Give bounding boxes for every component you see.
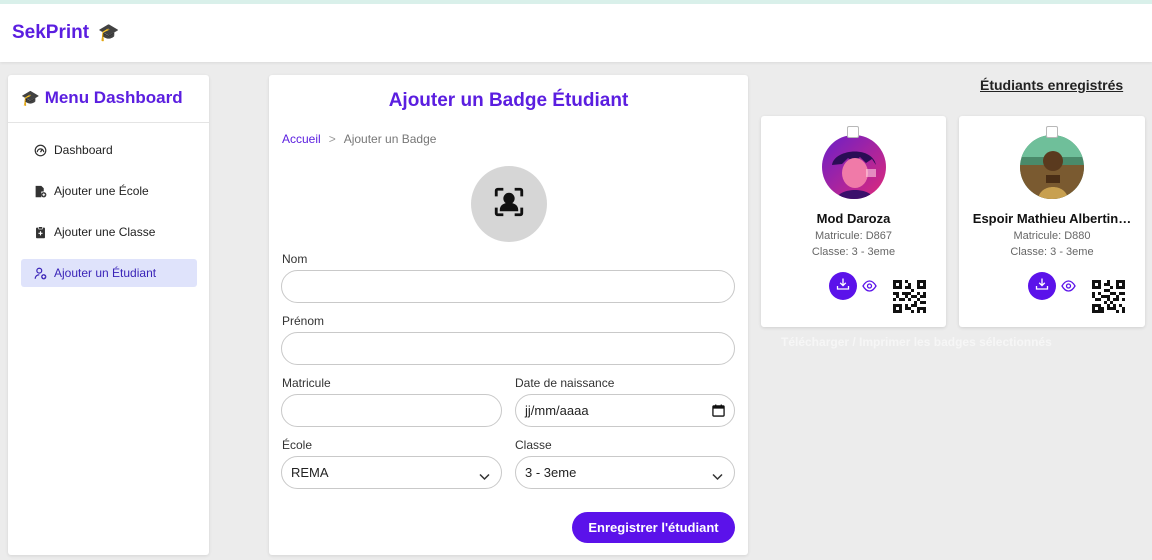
student-card: Mod Daroza Matricule: D867 Classe: 3 - 3… <box>761 116 946 327</box>
sidebar-divider <box>8 122 209 123</box>
chevron-down-icon <box>479 469 490 481</box>
nom-input[interactable] <box>281 270 735 303</box>
registered-students-title: Étudiants enregistrés <box>980 77 1124 93</box>
prenom-label: Prénom <box>282 314 325 328</box>
graduation-cap-icon: 🎓 <box>98 23 120 42</box>
brand-name: SekPrint <box>12 22 90 43</box>
sidebar-title: 🎓 Menu Dashboard <box>21 88 183 108</box>
student-class: Classe: 3 - 3eme <box>1010 246 1094 258</box>
select-checkbox[interactable] <box>847 126 859 138</box>
school-add-icon <box>34 185 47 198</box>
user-add-icon <box>34 267 47 280</box>
birthdate-input[interactable]: jj/mm/aaaa <box>515 394 735 427</box>
classe-select[interactable]: 3 - 3eme <box>515 456 735 489</box>
matricule-label: Matricule <box>282 376 331 390</box>
breadcrumb-separator: > <box>328 132 336 146</box>
download-badge-button[interactable] <box>1028 272 1056 300</box>
student-matricule: Matricule: D880 <box>1013 230 1091 242</box>
qr-code <box>893 280 926 313</box>
student-name: Mod Daroza <box>816 211 891 226</box>
student-matricule: Matricule: D867 <box>814 230 893 242</box>
birthdate-placeholder: jj/mm/aaaa <box>525 403 589 418</box>
sidebar-item-add-school[interactable]: Ajouter une École <box>21 177 197 205</box>
student-class: Classe: 3 - 3eme <box>811 246 896 258</box>
download-badge-button[interactable] <box>829 272 857 300</box>
student-name: Espoir Mathieu Albertin… <box>972 211 1132 226</box>
classe-selected-value: 3 - 3eme <box>525 465 577 480</box>
qr-code <box>1092 280 1125 313</box>
breadcrumb: Accueil > Ajouter un Badge <box>282 132 436 146</box>
ecole-label: École <box>282 438 313 452</box>
sidebar-item-label: Ajouter un Étudiant <box>54 266 157 280</box>
ecole-selected-value: REMA <box>291 465 329 480</box>
sidebar-item-label: Ajouter une École <box>54 184 149 198</box>
sidebar-item-label: Ajouter une Classe <box>54 225 156 239</box>
calendar-icon[interactable] <box>712 404 725 417</box>
sidebar-item-add-class[interactable]: Ajouter une Classe <box>21 218 197 246</box>
eye-icon[interactable] <box>1061 279 1076 292</box>
avatar <box>1020 135 1084 199</box>
matricule-input[interactable] <box>281 394 502 427</box>
chevron-down-icon <box>712 469 723 481</box>
face-scan-icon <box>492 185 526 224</box>
avatar <box>822 135 886 199</box>
add-badge-form: Ajouter un Badge Étudiant Accueil > Ajoute… <box>269 75 748 555</box>
student-card: Espoir Mathieu Albertin… Matricule: D880… <box>959 116 1145 327</box>
ecole-select[interactable]: REMA <box>281 456 502 489</box>
eye-icon[interactable] <box>862 279 877 292</box>
breadcrumb-home-link[interactable]: Accueil <box>282 132 321 146</box>
brand-logo[interactable]: SekPrint 🎓 <box>12 22 120 44</box>
sidebar-item-dashboard[interactable]: Dashboard <box>21 136 197 164</box>
dashboard-icon <box>34 144 47 157</box>
bulk-download-print-button[interactable]: Télécharger / Imprimer les badges sélect… <box>781 335 1052 349</box>
nom-label: Nom <box>282 252 308 266</box>
birthdate-label: Date de naissance <box>515 376 615 390</box>
photo-upload-button[interactable] <box>471 166 547 242</box>
sidebar: 🎓 Menu Dashboard Dashboard Ajouter une Éc… <box>8 75 209 555</box>
download-icon <box>1035 277 1049 296</box>
top-bar: SekPrint 🎓 <box>0 0 1152 62</box>
graduation-cap-icon: 🎓 <box>21 90 40 107</box>
clipboard-add-icon <box>34 225 47 239</box>
sidebar-item-add-student[interactable]: Ajouter un Étudiant <box>21 259 197 287</box>
sidebar-item-label: Dashboard <box>54 143 113 157</box>
form-title: Ajouter un Badge Étudiant <box>388 90 629 111</box>
sidebar-title-text: Menu Dashboard <box>44 88 183 107</box>
save-student-button[interactable]: Enregistrer l'étudiant <box>572 512 735 543</box>
prenom-input[interactable] <box>281 332 735 365</box>
download-icon <box>836 277 850 296</box>
breadcrumb-current: Ajouter un Badge <box>343 132 437 146</box>
select-checkbox[interactable] <box>1046 126 1058 138</box>
classe-label: Classe <box>515 438 552 452</box>
